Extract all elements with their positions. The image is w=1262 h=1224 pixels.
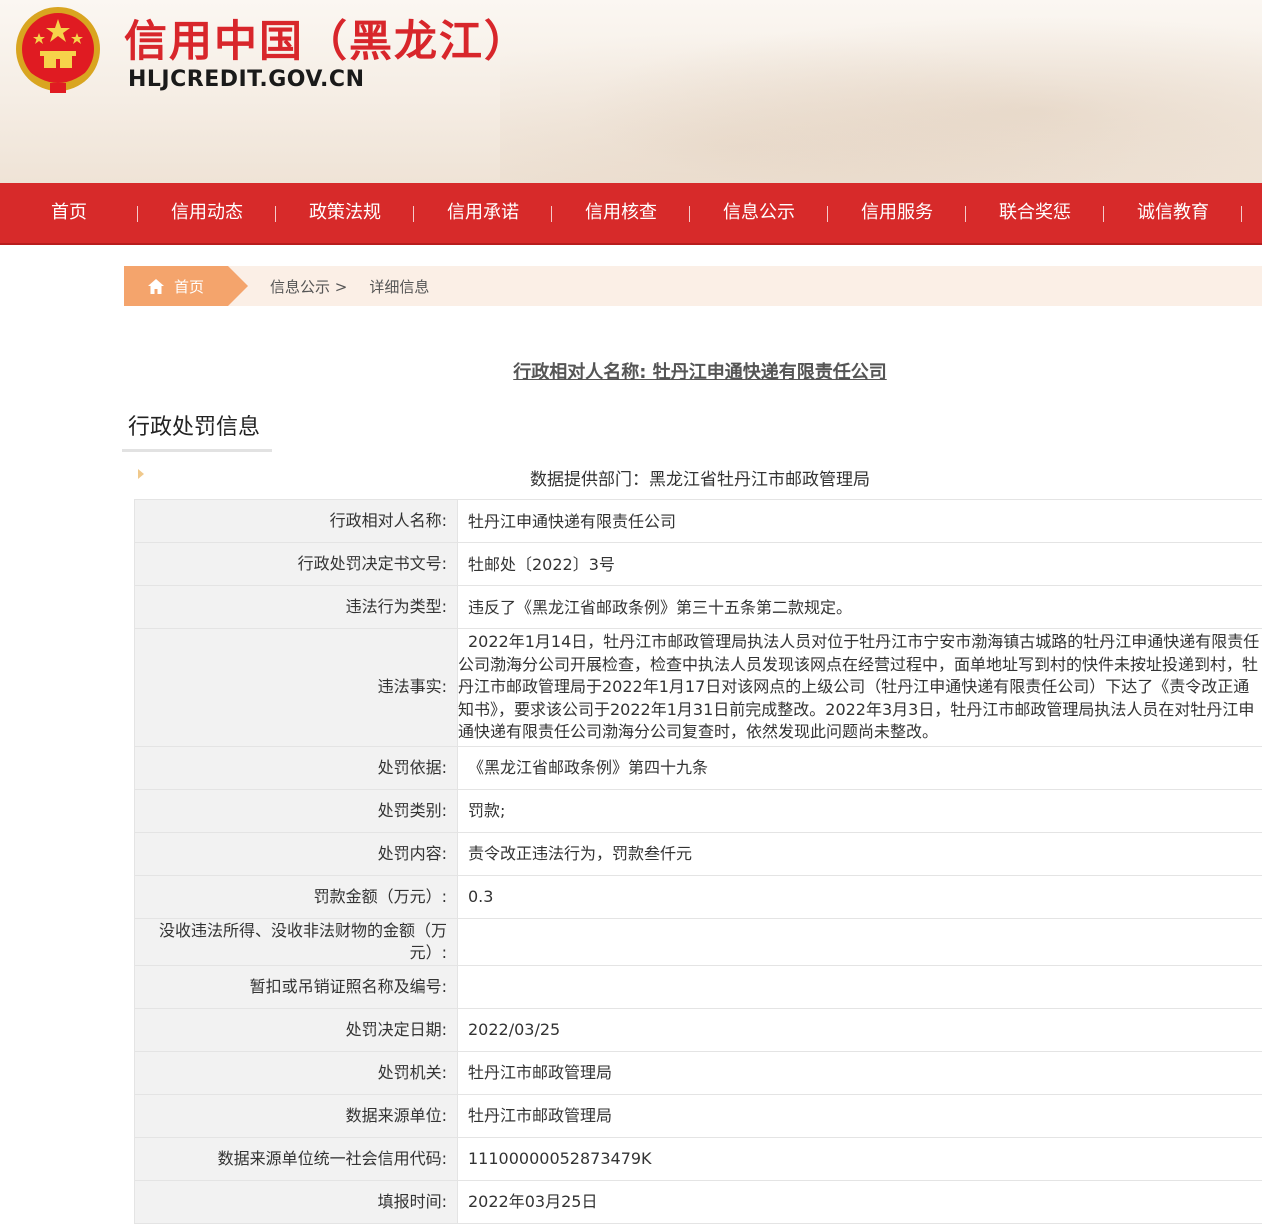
nav-item-credit-check[interactable]: 信用核查: [552, 183, 690, 243]
row-value: 责令改正违法行为，罚款叁仟元: [458, 832, 1262, 875]
row-value: 牡丹江市邮政管理局: [458, 1094, 1262, 1137]
table-row: 处罚依据: 《黑龙江省邮政条例》第四十九条: [135, 746, 1262, 789]
site-header: 信用中国（黑龙江） HLJCREDIT.GOV.CN: [0, 0, 1262, 183]
main-nav: 首页 信用动态 政策法规 信用承诺 信用核查 信息公示 信用服务 联合奖惩 诚信…: [0, 183, 1262, 245]
row-label: 数据来源单位:: [135, 1094, 458, 1137]
row-label: 处罚决定日期:: [135, 1008, 458, 1051]
table-row: 罚款金额（万元）: 0.3: [135, 875, 1262, 918]
table-row: 处罚类别: 罚款;: [135, 789, 1262, 832]
row-value: 2022/03/25: [458, 1008, 1262, 1051]
row-value: 0.3: [458, 875, 1262, 918]
row-value: 牡邮处〔2022〕3号: [458, 543, 1262, 586]
row-value: 违反了《黑龙江省邮政条例》第三十五条第二款规定。: [458, 586, 1262, 629]
row-label: 违法事实:: [135, 629, 458, 747]
row-value: 牡丹江市邮政管理局: [458, 1051, 1262, 1094]
table-row: 数据来源单位统一社会信用代码: 11100000052873479K: [135, 1137, 1262, 1180]
table-row: 违法行为类型: 违反了《黑龙江省邮政条例》第三十五条第二款规定。: [135, 586, 1262, 629]
table-row: 暂扣或吊销证照名称及编号:: [135, 965, 1262, 1008]
site-domain: HLJCREDIT.GOV.CN: [128, 67, 364, 92]
row-label: 没收违法所得、没收非法财物的金额（万元）:: [135, 918, 458, 965]
nav-item-integrity-education[interactable]: 诚信教育: [1104, 183, 1242, 243]
row-value: 《黑龙江省邮政条例》第四十九条: [458, 746, 1262, 789]
row-value: 2022年1月14日，牡丹江市邮政管理局执法人员对位于牡丹江市宁安市渤海镇古城路…: [458, 629, 1262, 747]
header-decoration: [500, 0, 1262, 183]
row-value: [458, 965, 1262, 1008]
row-label: 罚款金额（万元）:: [135, 875, 458, 918]
row-value: 11100000052873479K: [458, 1137, 1262, 1180]
nav-item-credit-news[interactable]: 信用动态: [138, 183, 276, 243]
breadcrumb-home-label: 首页: [174, 276, 204, 297]
nav-item-info-disclosure[interactable]: 信息公示: [690, 183, 828, 243]
nav-item-joint-rewards[interactable]: 联合奖惩: [966, 183, 1104, 243]
penalty-info-table: 行政相对人名称: 牡丹江申通快递有限责任公司 行政处罚决定书文号: 牡邮处〔20…: [134, 499, 1262, 1224]
row-label: 行政相对人名称:: [135, 500, 458, 543]
subject-title: 行政相对人名称: 牡丹江申通快递有限责任公司: [0, 358, 1262, 384]
table-row: 处罚内容: 责令改正违法行为，罚款叁仟元: [135, 832, 1262, 875]
home-icon: [148, 279, 164, 294]
nav-item-credit-commitment[interactable]: 信用承诺: [414, 183, 552, 243]
row-label: 处罚依据:: [135, 746, 458, 789]
row-label: 违法行为类型:: [135, 586, 458, 629]
row-label: 处罚类别:: [135, 789, 458, 832]
table-row: 没收违法所得、没收非法财物的金额（万元）:: [135, 918, 1262, 965]
row-label: 行政处罚决定书文号:: [135, 543, 458, 586]
table-row: 数据来源单位: 牡丹江市邮政管理局: [135, 1094, 1262, 1137]
row-label: 处罚机关:: [135, 1051, 458, 1094]
row-value: 2022年03月25日: [458, 1180, 1262, 1223]
national-emblem-icon[interactable]: [12, 5, 104, 97]
arrow-marker-icon: [138, 469, 144, 479]
row-label: 数据来源单位统一社会信用代码:: [135, 1137, 458, 1180]
table-row: 行政处罚决定书文号: 牡邮处〔2022〕3号: [135, 543, 1262, 586]
site-title: 信用中国（黑龙江）: [124, 14, 529, 70]
table-row: 填报时间: 2022年03月25日: [135, 1180, 1262, 1223]
data-provider-line: 数据提供部门：黑龙江省牡丹江市邮政管理局: [0, 465, 1262, 490]
table-row: 违法事实: 2022年1月14日，牡丹江市邮政管理局执法人员对位于牡丹江市宁安市…: [135, 629, 1262, 747]
row-value: [458, 918, 1262, 965]
nav-item-credit-service[interactable]: 信用服务: [828, 183, 966, 243]
breadcrumb-home[interactable]: 首页: [124, 266, 228, 306]
data-provider-text: 数据提供部门：黑龙江省牡丹江市邮政管理局: [530, 470, 870, 490]
nav-item-policy[interactable]: 政策法规: [276, 183, 414, 243]
breadcrumb-current: 详细信息: [369, 276, 429, 297]
breadcrumb-section[interactable]: 信息公示 >: [270, 276, 347, 297]
table-row: 处罚机关: 牡丹江市邮政管理局: [135, 1051, 1262, 1094]
row-value: 牡丹江申通快递有限责任公司: [458, 500, 1262, 543]
nav-item-home[interactable]: 首页: [0, 183, 138, 243]
table-row: 处罚决定日期: 2022/03/25: [135, 1008, 1262, 1051]
section-title: 行政处罚信息: [122, 410, 272, 452]
row-label: 暂扣或吊销证照名称及编号:: [135, 965, 458, 1008]
breadcrumb: 首页 信息公示 > 详细信息: [124, 266, 1262, 306]
table-row: 行政相对人名称: 牡丹江申通快递有限责任公司: [135, 500, 1262, 543]
row-value: 罚款;: [458, 789, 1262, 832]
row-label: 填报时间:: [135, 1180, 458, 1223]
row-label: 处罚内容:: [135, 832, 458, 875]
